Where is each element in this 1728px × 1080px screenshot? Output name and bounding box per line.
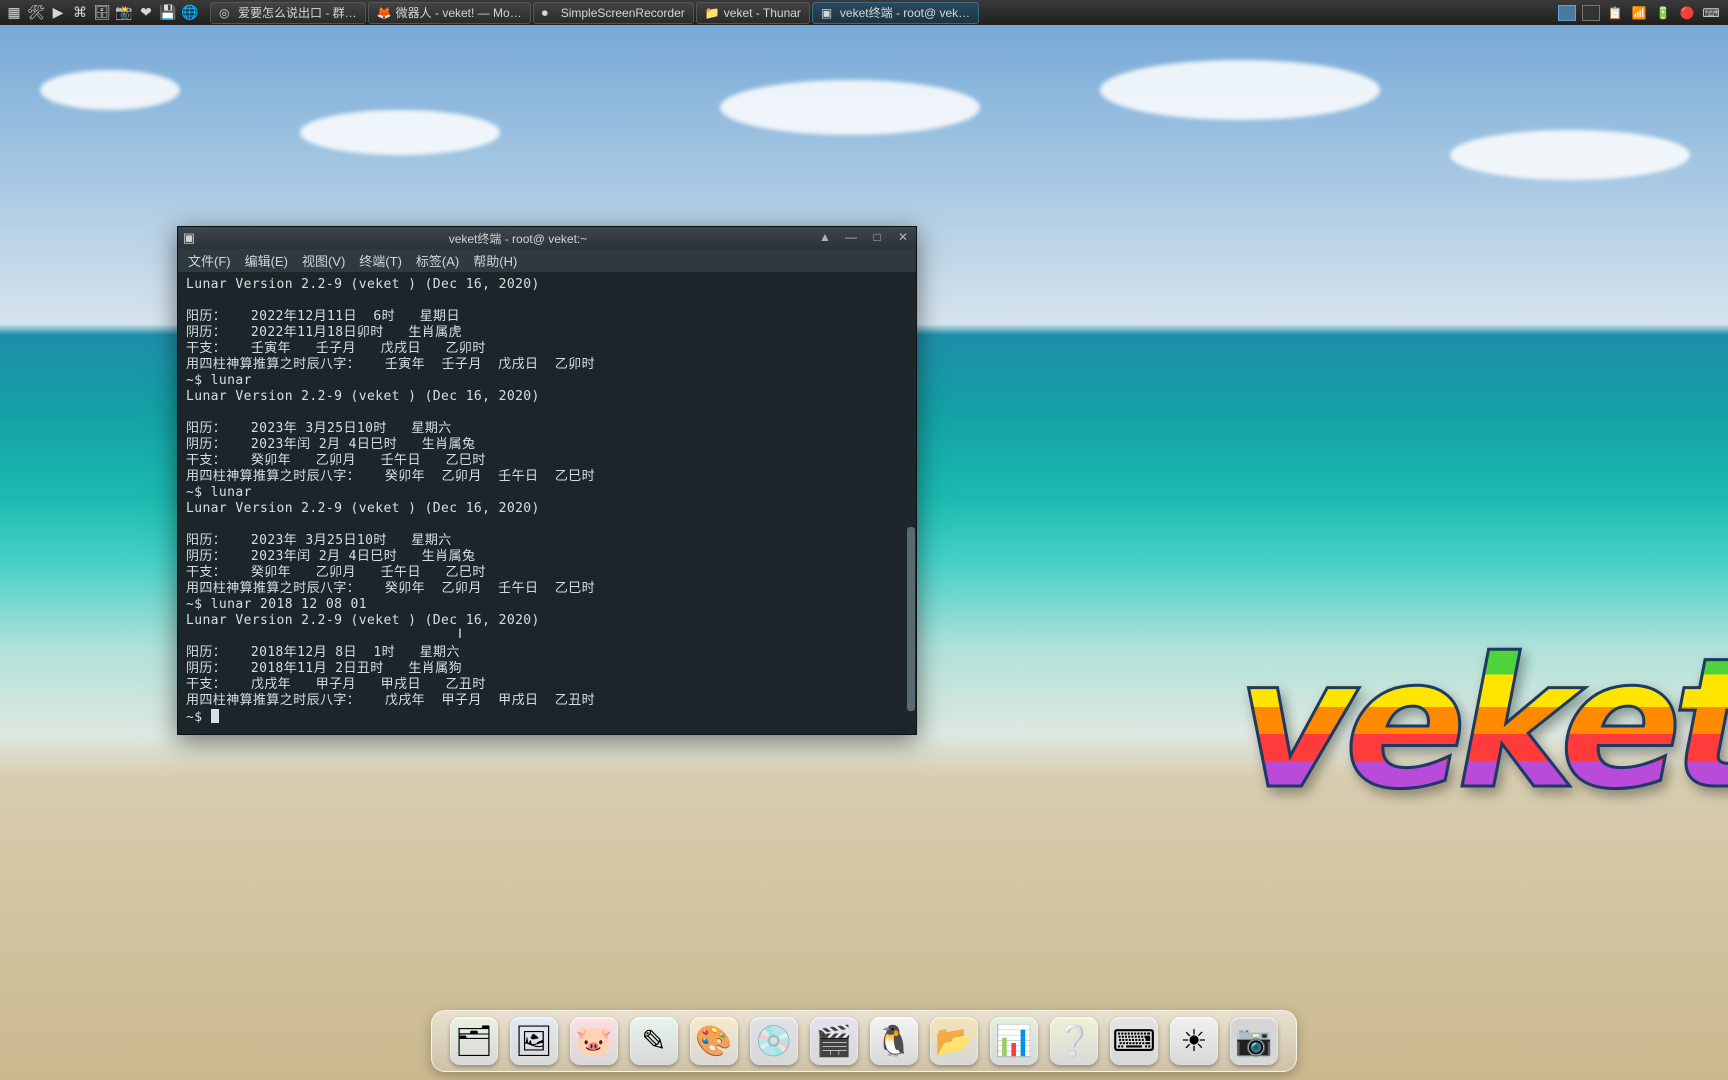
terminal-output: Lunar Version 2.2-9 (veket ) (Dec 16, 20… <box>186 277 908 726</box>
dock-image-editor[interactable]: 🖼 <box>510 1017 558 1065</box>
quick-launch: ▦🛠▶⌘🗄📸❤💾🌐 <box>0 3 204 23</box>
task-icon: ◎ <box>219 6 233 20</box>
launcher-globe[interactable]: 🌐 <box>180 3 200 23</box>
workspace-2[interactable] <box>1582 5 1600 21</box>
minimize-button[interactable]: — <box>842 229 860 245</box>
close-button[interactable]: ✕ <box>894 229 912 245</box>
maximize-button[interactable]: □ <box>868 229 886 245</box>
launcher-disk[interactable]: 💾 <box>158 3 178 23</box>
tray-net-icon[interactable]: 📶 <box>1630 5 1648 21</box>
task-1[interactable]: 🦊 微器人 - veket! — Mo… <box>368 2 531 24</box>
menu-item-0[interactable]: 文件(F) <box>188 251 231 270</box>
task-3[interactable]: 📁 veket - Thunar <box>696 2 810 24</box>
dock-color-picker[interactable]: 🎨 <box>690 1017 738 1065</box>
dock-keyboard[interactable]: ⌨ <box>1110 1017 1158 1065</box>
task-label: 微器人 - veket! — Mo… <box>396 4 522 21</box>
dock-tux-app[interactable]: 🐧 <box>870 1017 918 1065</box>
menu-item-5[interactable]: 帮助(H) <box>473 251 517 270</box>
top-panel: ▦🛠▶⌘🗄📸❤💾🌐 ◎ 爱要怎么说出口 - 群… 🦊 微器人 - veket! — M… <box>0 0 1728 25</box>
menu-item-3[interactable]: 终端(T) <box>359 251 402 270</box>
dock-disc-util[interactable]: 💿 <box>750 1017 798 1065</box>
launcher-heart[interactable]: ❤ <box>136 3 156 23</box>
task-icon: ▣ <box>821 6 835 20</box>
dock-media-player[interactable]: 🎬 <box>810 1017 858 1065</box>
terminal-titlebar[interactable]: ▣ veket终端 - root@ veket:~ ▲ — □ ✕ <box>178 227 916 249</box>
task-4[interactable]: ▣ veket终端 - root@ vek… <box>812 2 979 24</box>
text-cursor-ibeam: I <box>458 625 462 641</box>
dock-file-manager[interactable]: 🗂 <box>450 1017 498 1065</box>
dock-pig-game[interactable]: 🐷 <box>570 1017 618 1065</box>
tray-rec-dot-icon[interactable]: 🔴 <box>1678 5 1696 21</box>
task-label: veket - Thunar <box>724 6 801 20</box>
workspace-1[interactable] <box>1558 5 1576 21</box>
terminal-icon: ▣ <box>178 230 200 246</box>
dock-camera[interactable]: 📷 <box>1230 1017 1278 1065</box>
menu-item-4[interactable]: 标签(A) <box>416 251 459 270</box>
terminal-cursor <box>211 709 219 723</box>
dock-help[interactable]: ❔ <box>1050 1017 1098 1065</box>
terminal-window: ▣ veket终端 - root@ veket:~ ▲ — □ ✕ 文件(F) 编辑(E… <box>177 226 917 735</box>
taskbar: ◎ 爱要怎么说出口 - 群… 🦊 微器人 - veket! — Mo… ⏺ SimpleS… <box>210 2 1550 24</box>
terminal-title: veket终端 - root@ veket:~ <box>200 230 916 247</box>
task-icon: ⏺ <box>542 6 556 20</box>
dock-brightness[interactable]: ☀ <box>1170 1017 1218 1065</box>
launcher-files[interactable]: 🗄 <box>92 3 112 23</box>
launcher-screenshot[interactable]: 📸 <box>114 3 134 23</box>
launcher-play[interactable]: ▶ <box>48 3 68 23</box>
launcher-term[interactable]: ⌘ <box>70 3 90 23</box>
dock: 🗂🖼🐷✎🎨💿🎬🐧📂📊❔⌨☀📷 <box>431 1010 1297 1072</box>
task-0[interactable]: ◎ 爱要怎么说出口 - 群… <box>210 2 366 24</box>
menu-item-1[interactable]: 编辑(E) <box>245 251 288 270</box>
menu-item-2[interactable]: 视图(V) <box>302 251 345 270</box>
rollup-button[interactable]: ▲ <box>816 229 834 245</box>
dock-folder-open[interactable]: 📂 <box>930 1017 978 1065</box>
dock-office[interactable]: 📊 <box>990 1017 1038 1065</box>
launcher-tools[interactable]: 🛠 <box>26 3 46 23</box>
tray-clipboard-icon[interactable]: 📋 <box>1606 5 1624 21</box>
task-icon: 📁 <box>705 6 719 20</box>
launcher-menu[interactable]: ▦ <box>4 3 24 23</box>
tray-keyboard-icon[interactable]: ⌨ <box>1702 5 1720 21</box>
task-label: SimpleScreenRecorder <box>561 6 685 20</box>
system-tray: 📋 📶 🔋 🔴 ⌨ <box>1550 5 1728 21</box>
task-2[interactable]: ⏺ SimpleScreenRecorder <box>533 2 694 24</box>
dock-text-editor[interactable]: ✎ <box>630 1017 678 1065</box>
task-label: 爱要怎么说出口 - 群… <box>238 4 357 21</box>
terminal-body[interactable]: Lunar Version 2.2-9 (veket ) (Dec 16, 20… <box>178 273 916 734</box>
terminal-scrollbar[interactable] <box>906 273 916 734</box>
veket-logo: veket <box>1237 635 1728 815</box>
tray-battery-icon[interactable]: 🔋 <box>1654 5 1672 21</box>
terminal-menubar: 文件(F) 编辑(E) 视图(V) 终端(T) 标签(A) 帮助(H) <box>178 249 916 273</box>
task-icon: 🦊 <box>377 6 391 20</box>
task-label: veket终端 - root@ vek… <box>840 4 970 21</box>
